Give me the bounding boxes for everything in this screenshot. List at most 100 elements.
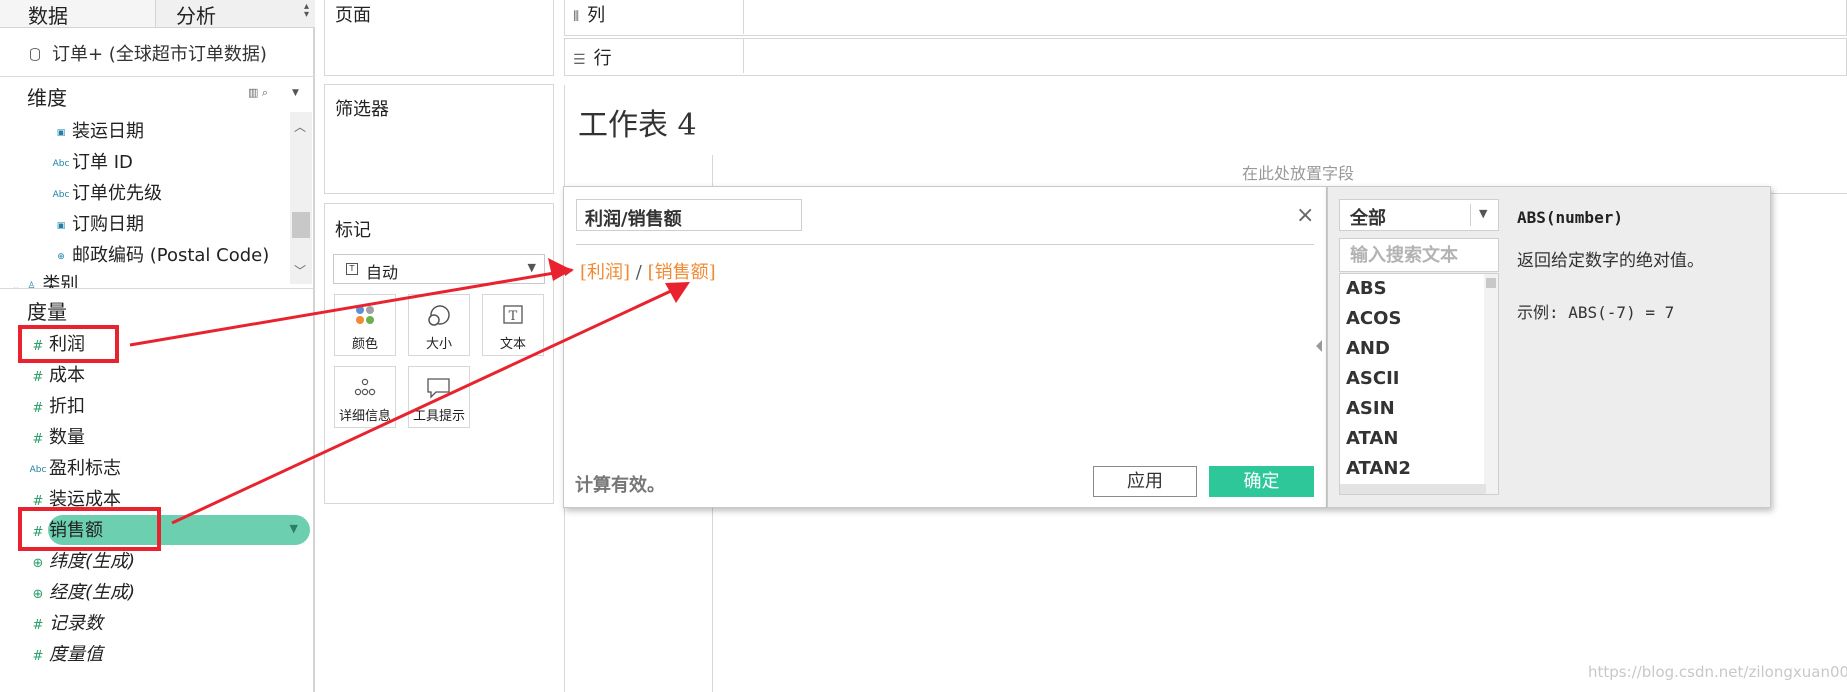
apply-button[interactable]: 应用: [1093, 466, 1197, 497]
columns-shelf[interactable]: ⦀ 列: [564, 0, 1847, 36]
mark-type-value: 自动: [366, 263, 399, 282]
chevron-down-icon: ▼: [1479, 207, 1488, 220]
dimensions-title: 维度: [27, 86, 67, 110]
pill-dropdown-icon[interactable]: ▼: [290, 522, 298, 535]
rows-icon: ☰: [573, 52, 586, 68]
rows-shelf[interactable]: ☰ 行: [564, 38, 1847, 76]
function-example: 示例: ABS(-7) = 7: [1517, 303, 1675, 322]
globe-icon: ⊕: [32, 556, 44, 571]
datasource-item[interactable]: 订单+ (全球超市订单数据): [30, 40, 267, 66]
formula-field-sales: [销售额]: [647, 262, 716, 283]
close-icon[interactable]: ×: [1296, 203, 1314, 228]
dimension-item[interactable]: ▣ 订购日期: [50, 210, 144, 236]
calc-status: 计算有效。: [575, 475, 665, 496]
filters-title: 筛选器: [335, 99, 389, 120]
number-icon: #: [32, 649, 44, 664]
calendar-icon: ▣: [56, 128, 66, 138]
datasource-label: 订单+ (全球超市订单数据): [52, 44, 267, 65]
calc-name-input[interactable]: 利润/销售额: [576, 199, 802, 231]
measure-item[interactable]: # 成本: [27, 361, 85, 387]
function-item[interactable]: ACOS: [1346, 308, 1401, 329]
scroll-up-icon[interactable]: ︿: [294, 118, 306, 135]
function-item[interactable]: ASIN: [1346, 398, 1395, 419]
function-description: 返回给定数字的绝对值。: [1517, 251, 1704, 271]
function-item[interactable]: ASCII: [1346, 368, 1400, 389]
function-item[interactable]: ATAN: [1346, 428, 1398, 449]
tab-analysis[interactable]: 分析 ▴ ▾: [155, 0, 315, 28]
measure-item[interactable]: ⊕ 经度(生成): [27, 578, 136, 604]
mark-type-select[interactable]: T 自动 ▼: [333, 254, 545, 284]
dimension-item[interactable]: Abc 订单 ID: [50, 148, 133, 174]
tab-analysis-label: 分析: [176, 4, 216, 28]
size-button[interactable]: 大小: [408, 294, 470, 356]
function-list-hscrollbar[interactable]: [1340, 484, 1486, 494]
watermark: https://blog.csdn.net/zilongxuan008: [1588, 663, 1847, 681]
function-item[interactable]: AND: [1346, 338, 1390, 359]
formula-field-profit: [利润]: [580, 262, 631, 283]
database-icon: [30, 48, 40, 61]
globe-icon: ⊕: [32, 587, 44, 602]
filters-card[interactable]: 筛选器: [324, 84, 554, 194]
measure-item[interactable]: # 数量: [27, 423, 85, 449]
tooltip-button[interactable]: 工具提示: [408, 366, 470, 428]
function-search-input[interactable]: [1340, 239, 1498, 271]
calc-name-value: 利润/销售额: [585, 209, 682, 230]
chevron-down-icon[interactable]: ▼: [292, 88, 299, 98]
dimensions-scrollbar[interactable]: ︿ ﹀: [290, 112, 312, 284]
marks-title: 标记: [335, 220, 371, 241]
measure-item[interactable]: # 记录数: [27, 609, 103, 635]
dimension-item[interactable]: ▣ 装运日期: [50, 117, 144, 143]
tooltip-icon: [409, 377, 469, 403]
scrollbar-thumb[interactable]: [292, 212, 310, 238]
function-list[interactable]: ABS ACOS AND ASCII ASIN ATAN ATAN2: [1339, 273, 1499, 495]
color-dots-icon: [335, 305, 395, 329]
dimension-item[interactable]: ⊕ 邮政编码 (Postal Code): [50, 241, 269, 267]
divider: [0, 288, 315, 289]
tab-data-label: 数据: [28, 4, 68, 28]
measure-item[interactable]: # 折扣: [27, 392, 85, 418]
function-item[interactable]: ABS: [1346, 278, 1387, 299]
pages-card[interactable]: 页面: [324, 0, 554, 76]
text-icon: T: [483, 305, 543, 329]
divider: [0, 76, 315, 77]
hierarchy-icon: ♙: [27, 281, 36, 288]
collapse-panel-icon[interactable]: [1316, 340, 1322, 352]
tab-data[interactable]: 数据: [0, 0, 155, 28]
columns-icon: ⦀: [573, 9, 580, 25]
ok-button[interactable]: 确定: [1209, 466, 1314, 497]
measure-item[interactable]: Abc 盈利标志: [27, 454, 121, 480]
dimension-item[interactable]: ⌄ ♙ 类别: [12, 270, 78, 288]
color-button[interactable]: 颜色: [334, 294, 396, 356]
detail-button[interactable]: 详细信息: [334, 366, 396, 428]
divider: [1470, 204, 1471, 226]
formula-editor[interactable]: [利润] / [销售额]: [580, 258, 716, 284]
function-signature: ABS(number): [1517, 208, 1623, 227]
size-circles-icon: [409, 305, 469, 331]
globe-icon: ⊕: [57, 252, 65, 262]
scroll-down-icon[interactable]: ﹀: [294, 262, 306, 279]
formula-operator: /: [630, 262, 648, 283]
function-search[interactable]: [1339, 238, 1499, 272]
sort-arrows-icon: ▴ ▾: [303, 1, 309, 20]
divider: [743, 39, 744, 73]
text-button[interactable]: T 文本: [482, 294, 544, 356]
function-item[interactable]: ATAN2: [1346, 458, 1411, 479]
scrollbar-thumb[interactable]: [1486, 278, 1496, 288]
chevron-down-icon: ▼: [527, 261, 536, 274]
number-icon: #: [32, 618, 44, 633]
measure-item[interactable]: # 度量值: [27, 640, 103, 666]
function-list-scrollbar[interactable]: [1484, 274, 1498, 494]
function-category-select[interactable]: 全部 ▼: [1339, 199, 1499, 231]
abc-icon: Abc: [29, 465, 47, 475]
dimension-item[interactable]: Abc 订单优先级: [50, 179, 162, 205]
number-icon: #: [32, 401, 44, 416]
measures-title: 度量: [27, 300, 67, 324]
abc-icon: Abc: [52, 190, 70, 200]
drop-field-hint: 在此处放置字段: [1242, 164, 1355, 183]
grid-view-icon[interactable]: ▥ ⌕: [248, 86, 268, 100]
svg-text:T: T: [509, 309, 518, 324]
annotation-box-profit: [18, 325, 119, 363]
function-category-value: 全部: [1350, 208, 1386, 229]
divider: [743, 0, 744, 34]
sheet-title[interactable]: 工作表 4: [578, 100, 697, 144]
